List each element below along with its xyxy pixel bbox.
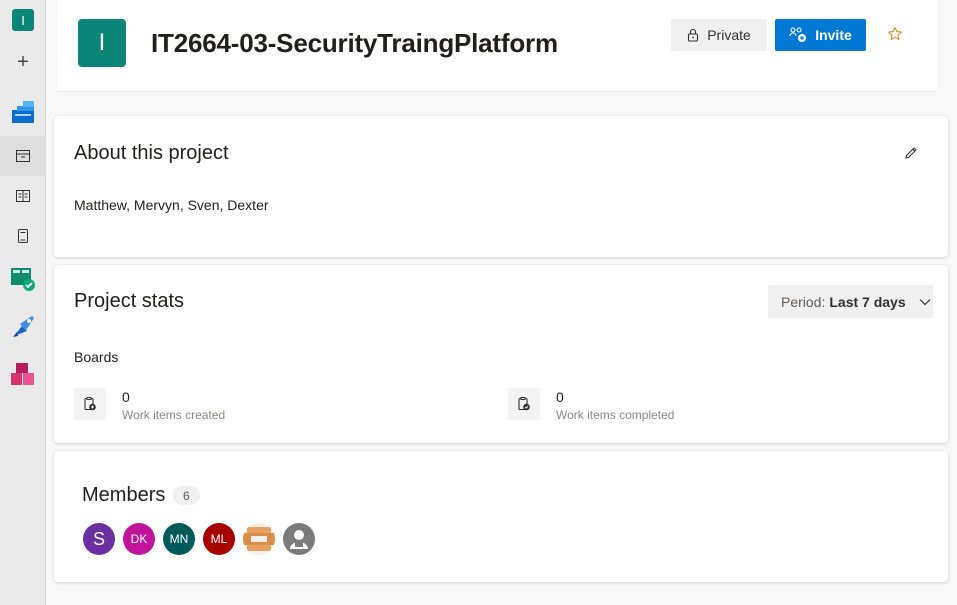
nav-wiki[interactable] (0, 216, 46, 256)
members-title: Members (82, 484, 166, 506)
work-items-completed-count: 0 (556, 389, 564, 405)
private-button[interactable]: Private (671, 19, 767, 51)
boards-label: Boards (74, 349, 119, 365)
artifacts-icon (11, 363, 34, 385)
invite-button[interactable]: Invite (775, 19, 866, 51)
member-avatars: S DK MN ML (83, 523, 315, 555)
work-items-completed-label: Work items completed (556, 408, 675, 422)
overview-icon (12, 101, 34, 123)
summary-icon (16, 150, 30, 162)
plus-icon: + (17, 50, 29, 73)
page-title: IT2664-03-SecurityTraingPlatform (151, 28, 558, 58)
wiki-icon (18, 229, 28, 243)
avatar-initials: ML (210, 532, 228, 546)
stat-work-items-created: 0 Work items created (74, 388, 225, 422)
period-value: Last 7 days (829, 293, 906, 310)
private-label: Private (707, 27, 751, 43)
lock-icon (688, 28, 699, 42)
nav-boards[interactable] (0, 259, 46, 299)
about-title: About this project (74, 142, 229, 164)
members-count-badge: 6 (173, 486, 200, 505)
members-card: Members 6 S DK MN ML (54, 451, 948, 582)
member-avatar[interactable]: S (83, 523, 115, 555)
nav-summary[interactable] (0, 136, 46, 176)
member-avatar-default[interactable] (283, 523, 315, 555)
star-icon (888, 26, 902, 41)
avatar-initials: S (92, 528, 105, 549)
boards-icon (11, 268, 35, 291)
period-label: Period: (781, 293, 826, 310)
left-nav-rail: I + (0, 0, 46, 605)
project-stats-card: Project stats Period: Last 7 days Boards… (54, 265, 948, 443)
pipelines-icon (13, 316, 34, 337)
nav-pipelines[interactable] (0, 307, 46, 347)
nav-artifacts[interactable] (0, 355, 46, 395)
nav-dashboards[interactable] (0, 176, 46, 216)
avatar-initials: MN (169, 532, 189, 546)
chevron-down-icon (919, 298, 931, 305)
identicon-icon (243, 527, 275, 551)
about-card: About this project Matthew, Mervyn, Sven… (54, 116, 948, 257)
invite-label: Invite (815, 27, 852, 43)
new-project-button[interactable]: + (0, 42, 46, 82)
stat-work-items-completed: 0 Work items completed (508, 388, 674, 422)
edit-about-button[interactable] (903, 145, 919, 161)
pencil-icon (905, 147, 917, 159)
stats-title: Project stats (74, 290, 185, 312)
project-avatar: I (78, 19, 126, 67)
favorite-star-button[interactable] (886, 25, 904, 43)
org-badge: I (12, 9, 34, 31)
member-avatar[interactable]: ML (203, 523, 235, 555)
work-items-created-count: 0 (122, 389, 130, 405)
member-avatar[interactable]: MN (163, 523, 195, 555)
person-icon (290, 530, 308, 549)
org-switcher[interactable]: I (0, 0, 46, 40)
about-description: Matthew, Mervyn, Sven, Dexter (74, 197, 269, 213)
dashboards-icon (16, 190, 30, 202)
nav-overview[interactable] (0, 92, 46, 132)
work-item-created-icon (74, 388, 106, 420)
invite-people-icon (789, 27, 807, 42)
project-header: I IT2664-03-SecurityTraingPlatform Priva… (57, 0, 937, 92)
member-avatar-identicon[interactable] (243, 523, 275, 555)
avatar-initials: DK (130, 532, 148, 546)
work-items-created-label: Work items created (122, 408, 226, 422)
work-item-completed-icon (508, 388, 540, 420)
period-dropdown[interactable]: Period: Last 7 days (768, 285, 933, 318)
member-avatar[interactable]: DK (123, 523, 155, 555)
